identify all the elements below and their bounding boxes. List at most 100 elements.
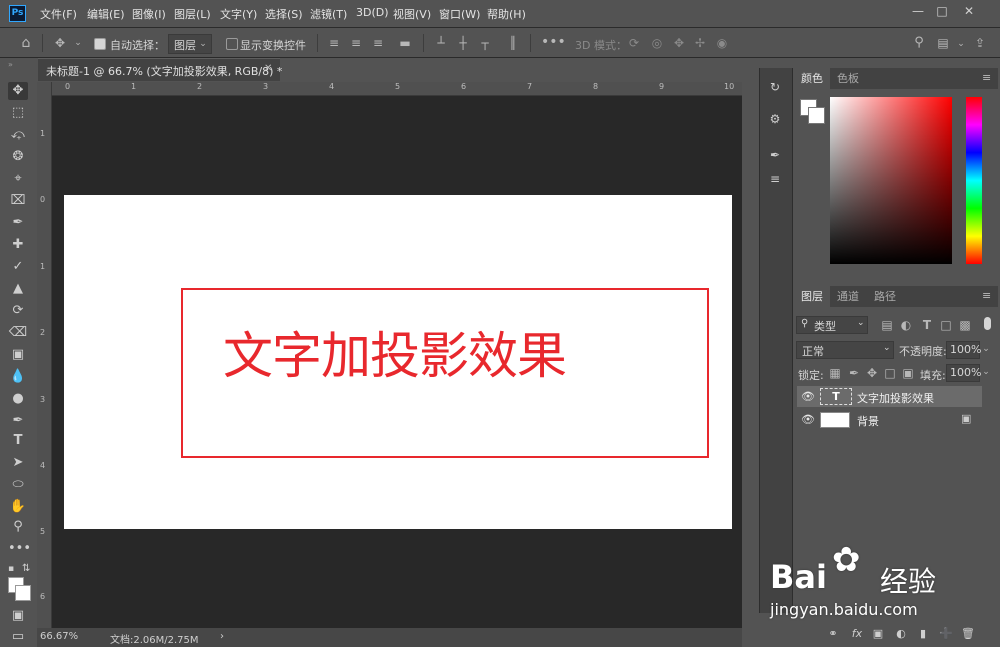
align-left-icon[interactable]: ≡ xyxy=(327,36,341,50)
chevron-down-icon[interactable]: ⌄ xyxy=(72,36,84,50)
hue-slider[interactable] xyxy=(966,97,982,264)
home-icon[interactable]: ⌂ xyxy=(19,36,33,50)
swap-colors-icon[interactable]: ⇅ xyxy=(22,563,30,574)
menu-help[interactable]: 帮助(H) xyxy=(487,6,526,22)
show-transform-checkbox[interactable] xyxy=(226,38,238,50)
hand-tool-icon[interactable]: ✋ xyxy=(8,498,28,516)
blur-tool-icon[interactable]: 💧 xyxy=(8,368,28,386)
screen-mode-icon[interactable]: ▭ xyxy=(8,628,28,646)
new-layer-icon[interactable]: ➕ xyxy=(939,627,953,640)
move-tool-icon[interactable]: ✥ xyxy=(53,36,67,50)
more-options-icon[interactable]: ••• xyxy=(541,35,566,49)
type-tool-icon[interactable]: T xyxy=(8,432,28,450)
menu-filter[interactable]: 滤镜(T) xyxy=(310,6,347,22)
close-tab-icon[interactable]: ✕ xyxy=(264,63,272,74)
collapse-icon[interactable]: » xyxy=(8,60,13,69)
adjustments-panel-icon[interactable]: ≡ xyxy=(766,170,784,188)
align-bottom-icon[interactable]: ┬ xyxy=(478,36,492,50)
menu-edit[interactable]: 编辑(E) xyxy=(87,6,125,22)
background-color-swatch[interactable] xyxy=(15,585,31,601)
maximize-icon[interactable]: □ xyxy=(934,3,950,19)
delete-layer-icon[interactable]: 🗑 xyxy=(961,627,975,640)
history-panel-icon[interactable]: ↻ xyxy=(766,78,784,96)
filter-smart-object-icon[interactable]: ▩ xyxy=(958,318,972,332)
search-icon[interactable]: ⚲ xyxy=(912,36,926,50)
tab-color[interactable]: 颜色 xyxy=(794,68,830,89)
document-tab[interactable]: 未标题-1 @ 66.7% (文字加投影效果, RGB/8) * ✕ xyxy=(38,58,282,81)
eye-icon[interactable]: 👁 xyxy=(801,390,815,403)
layer-row-background[interactable]: 👁 背景 ▣ xyxy=(797,409,982,430)
align-right-icon[interactable]: ≡ xyxy=(371,36,385,50)
canvas-text-layer[interactable]: 文字加投影效果 xyxy=(223,316,567,388)
pen-tool-icon[interactable]: ✒ xyxy=(8,412,28,430)
quick-select-tool-icon[interactable]: ❂ xyxy=(8,148,28,166)
brush-tool-icon[interactable]: ✓ xyxy=(8,258,28,276)
quick-mask-icon[interactable]: ▣ xyxy=(8,607,28,625)
chevron-down-icon[interactable]: ⌄ xyxy=(980,342,992,356)
filter-pixel-icon[interactable]: ▤ xyxy=(880,318,894,332)
layer-row-text[interactable]: 👁 T 文字加投影效果 xyxy=(797,386,982,407)
auto-select-checkbox[interactable] xyxy=(94,38,106,50)
eyedropper-tool-icon[interactable]: ✒ xyxy=(8,214,28,232)
filter-type-icon[interactable]: T xyxy=(920,318,934,332)
path-select-tool-icon[interactable]: ➤ xyxy=(8,454,28,472)
align-top-icon[interactable]: ┴ xyxy=(434,36,448,50)
tab-paths[interactable]: 路径 xyxy=(867,286,903,307)
align-middle-icon[interactable]: ┼ xyxy=(456,36,470,50)
minimize-icon[interactable]: — xyxy=(910,3,926,19)
tab-layers[interactable]: 图层 xyxy=(794,286,830,307)
background-swatch[interactable] xyxy=(808,107,825,124)
crop-tool-icon[interactable]: ⌖ xyxy=(8,170,28,188)
ellipse-tool-icon[interactable]: ⬭ xyxy=(8,476,28,494)
fill-input[interactable]: 100% xyxy=(946,364,981,382)
lock-artboard-icon[interactable]: □ xyxy=(884,366,896,380)
menu-view[interactable]: 视图(V) xyxy=(393,6,431,22)
distribute-icon[interactable]: ▬ xyxy=(398,36,412,50)
frame-tool-icon[interactable]: ⌧ xyxy=(8,192,28,210)
panel-menu-icon[interactable]: ≡ xyxy=(982,71,991,84)
lock-all-icon[interactable]: ▣ xyxy=(902,366,914,380)
lock-image-icon[interactable]: ✒ xyxy=(848,366,860,380)
adjustment-layer-icon[interactable]: ◐ xyxy=(894,627,908,640)
zoom-tool-icon[interactable]: ⚲ xyxy=(8,518,28,536)
share-icon[interactable]: ⇪ xyxy=(973,36,987,50)
move-tool-icon[interactable]: ✥ xyxy=(8,82,28,100)
panel-menu-icon[interactable]: ≡ xyxy=(982,289,991,302)
group-icon[interactable]: ▮ xyxy=(916,627,930,640)
lasso-tool-icon[interactable]: ⤽ xyxy=(8,126,28,144)
healing-brush-tool-icon[interactable]: ✚ xyxy=(8,236,28,254)
lock-transparent-icon[interactable]: ▦ xyxy=(829,366,841,380)
zoom-level[interactable]: 66.67% xyxy=(40,631,78,642)
lock-position-icon[interactable]: ✥ xyxy=(866,366,878,380)
marquee-tool-icon[interactable]: ⬚ xyxy=(8,104,28,122)
fx-icon[interactable]: fx xyxy=(850,627,864,640)
menu-layer[interactable]: 图层(L) xyxy=(174,6,211,22)
filter-adjustment-icon[interactable]: ◐ xyxy=(899,318,913,332)
layer-mask-icon[interactable]: ▣ xyxy=(871,627,885,640)
brush-panel-icon[interactable]: ✒ xyxy=(766,146,784,164)
default-colors-icon[interactable]: ▪ xyxy=(8,564,14,574)
filter-shape-icon[interactable]: □ xyxy=(939,318,953,332)
clone-stamp-tool-icon[interactable]: ▲ xyxy=(8,280,28,298)
chevron-down-icon[interactable]: ⌄ xyxy=(956,37,966,51)
history-brush-tool-icon[interactable]: ⟳ xyxy=(8,302,28,320)
menu-select[interactable]: 选择(S) xyxy=(265,6,303,22)
dodge-tool-icon[interactable]: ● xyxy=(8,390,28,408)
horizontal-ruler[interactable]: 0 1 2 3 4 5 6 7 8 9 10 xyxy=(52,82,742,96)
layer-filter-dropdown[interactable]: ⚲ 类型 ⌄ xyxy=(796,316,868,334)
filter-toggle-icon[interactable] xyxy=(984,317,991,330)
distribute-vertical-icon[interactable]: ║ xyxy=(506,36,520,50)
blend-mode-dropdown[interactable]: 正常 ⌄ xyxy=(796,341,894,359)
close-icon[interactable]: ✕ xyxy=(961,3,977,19)
eraser-tool-icon[interactable]: ⌫ xyxy=(8,324,28,342)
more-tools-icon[interactable]: ••• xyxy=(8,540,31,558)
gradient-tool-icon[interactable]: ▣ xyxy=(8,346,28,364)
workspace-icon[interactable]: ▤ xyxy=(935,36,951,50)
color-picker-field[interactable] xyxy=(830,97,952,264)
properties-panel-icon[interactable]: ⚙ xyxy=(766,110,784,128)
menu-file[interactable]: 文件(F) xyxy=(40,6,77,22)
menu-image[interactable]: 图像(I) xyxy=(132,6,166,22)
menu-type[interactable]: 文字(Y) xyxy=(220,6,257,22)
vertical-ruler[interactable]: 1 0 1 2 3 4 5 6 xyxy=(37,82,52,628)
tab-channels[interactable]: 通道 xyxy=(830,286,866,307)
